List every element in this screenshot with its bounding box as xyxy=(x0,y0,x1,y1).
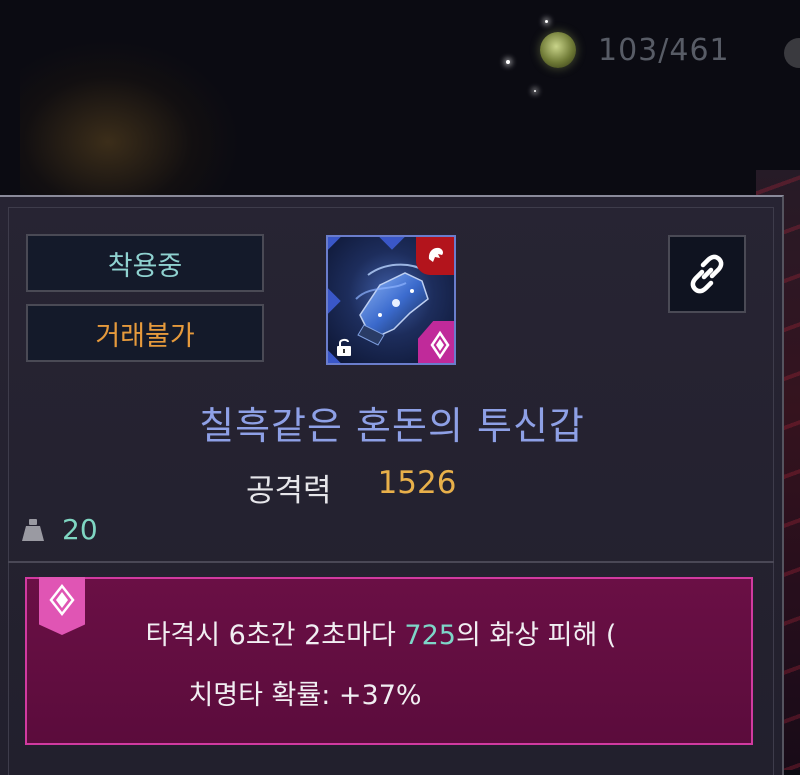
frame-corner xyxy=(328,288,341,314)
stat-label: 공격력 xyxy=(246,473,332,509)
weight-row: 20 xyxy=(20,513,98,546)
equipped-badge: 착용중 xyxy=(26,234,264,292)
sparkle xyxy=(545,20,548,23)
red-class-emblem-icon xyxy=(416,237,454,275)
item-tooltip: 착용중 거래불가 칠흑같은 혼돈의 투신갑 공격력 1526 20 타격시 6초… xyxy=(0,195,784,775)
sparkle xyxy=(506,60,510,64)
menu-button-edge[interactable] xyxy=(784,38,800,68)
untradeable-badge: 거래불가 xyxy=(26,304,264,362)
divider xyxy=(8,561,774,563)
currency-count: 103/461 xyxy=(598,32,730,68)
frame-corner xyxy=(379,237,405,250)
link-button[interactable] xyxy=(668,235,746,313)
item-icon-frame xyxy=(326,235,456,365)
green-gem-icon xyxy=(540,32,576,68)
special-effect-box: 타격시 6초간 2초마다 725의 화상 피해 ( 치명타 확률: +37% xyxy=(25,577,753,745)
effect-line-1: 타격시 6초간 2초마다 725의 화상 피해 ( xyxy=(19,613,743,652)
currency-display: 103/461 xyxy=(540,32,730,68)
link-icon xyxy=(690,254,724,294)
effect-text: 의 화상 피해 ( xyxy=(455,620,617,651)
weight-value: 20 xyxy=(62,513,98,546)
background-decoration xyxy=(20,40,240,210)
frame-corner xyxy=(328,237,341,250)
weight-icon xyxy=(22,518,44,541)
item-name: 칠흑같은 혼돈의 투신갑 xyxy=(199,404,585,448)
sparkle xyxy=(534,90,536,92)
effect-damage-value: 725 xyxy=(404,620,456,651)
stat-row: 공격력 1526 xyxy=(246,465,456,510)
stat-value: 1526 xyxy=(377,465,457,501)
unlock-icon xyxy=(337,338,351,356)
effect-line-2: 치명타 확률: +37% xyxy=(188,680,422,711)
effect-text: 타격시 6초간 2초마다 xyxy=(145,620,405,651)
